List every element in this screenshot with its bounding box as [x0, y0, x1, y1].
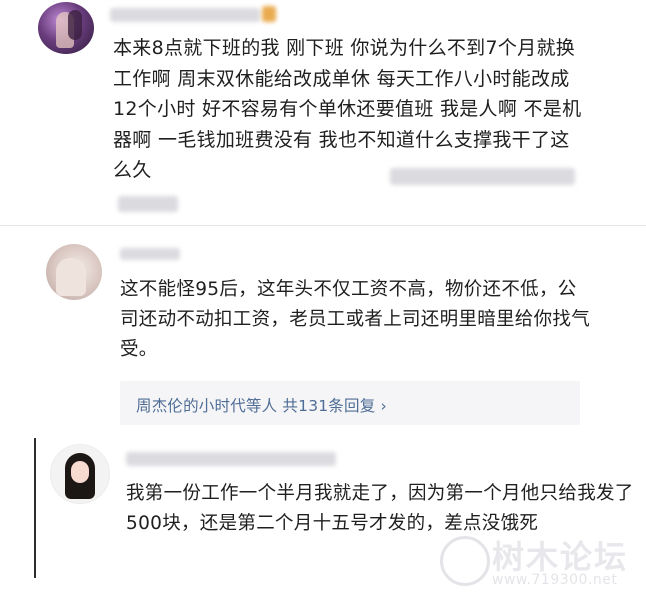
blurred-text: [118, 196, 178, 212]
vip-badge-icon: [262, 6, 276, 22]
replies-link-label: 周杰伦的小时代等人 共131条回复 ›: [136, 397, 387, 415]
watermark: 树木论坛 www.719300.net: [440, 530, 640, 594]
user-avatar[interactable]: [50, 444, 110, 504]
user-avatar[interactable]: [46, 244, 102, 300]
avatar-figure: [68, 10, 82, 40]
divider: [0, 225, 646, 226]
thread-line: [34, 438, 36, 578]
watermark-url: www.719300.net: [492, 572, 618, 588]
comment-text: 本来8点就下班的我 刚下班 你说为什么不到7个月就换工作啊 周末双休能给改成单休…: [113, 37, 582, 181]
username-blurred[interactable]: [126, 452, 336, 466]
blurred-text: [390, 168, 575, 185]
username-blurred[interactable]: [120, 248, 180, 260]
username-blurred[interactable]: [110, 8, 260, 22]
avatar-figure: [56, 258, 86, 296]
comment-text: 这不能怪95后，这年头不仅工资不高，物价还不低，公司还动不动扣工资，老员工或者上…: [120, 279, 591, 360]
watermark-logo-icon: [440, 536, 490, 586]
user-avatar[interactable]: [38, 2, 94, 54]
avatar-face: [71, 461, 89, 483]
replies-link[interactable]: 周杰伦的小时代等人 共131条回复 ›: [120, 381, 580, 425]
